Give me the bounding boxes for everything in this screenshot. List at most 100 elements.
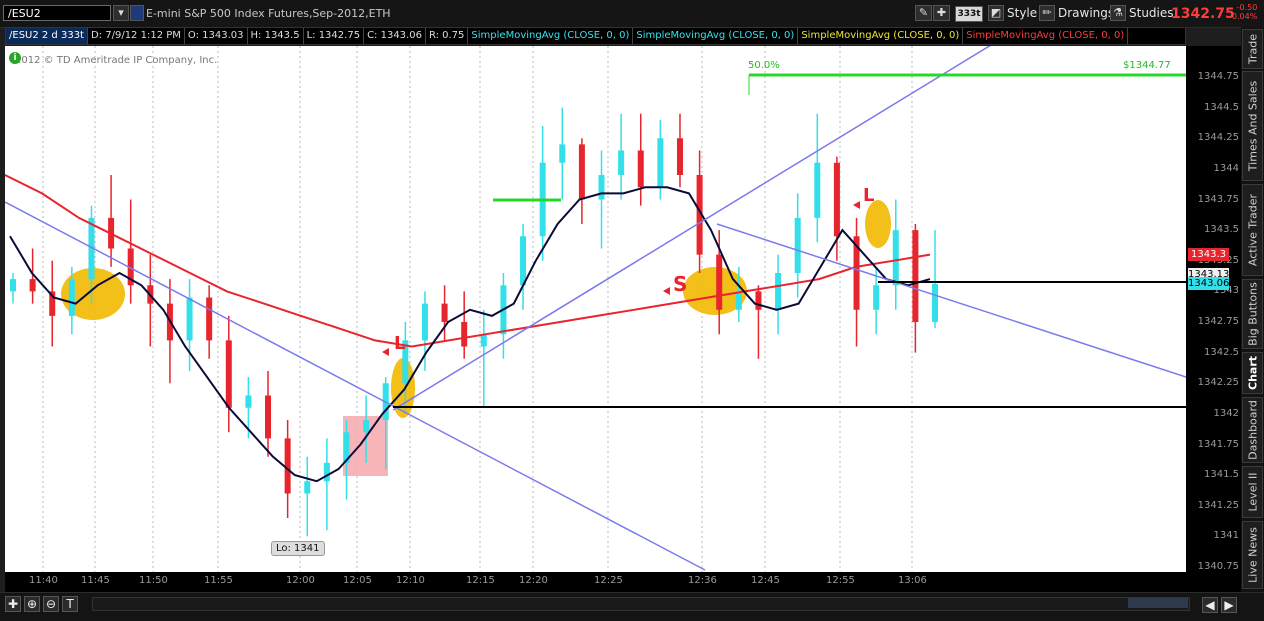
- sidebar-tab-label: Trade: [1246, 33, 1259, 65]
- sidebar-tab-label: Chart: [1246, 355, 1259, 391]
- chart-scrollbar[interactable]: [92, 597, 1190, 611]
- crosshair-tools-button[interactable]: ✚: [933, 5, 950, 21]
- pin-icon: ✎: [918, 6, 929, 19]
- aggregation-badge[interactable]: 333t: [955, 6, 983, 22]
- palette-icon: ◩: [990, 6, 1002, 19]
- crosshair-icon: ✚: [936, 6, 947, 19]
- price-bar: [559, 144, 566, 163]
- copyright-text: 2012 © TD Ameritrade IP Company, Inc.: [15, 55, 217, 66]
- zoom-out-button[interactable]: ⊖: [43, 596, 59, 612]
- time-tick-label: 11:55: [204, 575, 233, 586]
- style-icon-button[interactable]: ◩: [988, 5, 1004, 21]
- price-bar: [618, 150, 625, 175]
- studies-menu[interactable]: Studies: [1129, 5, 1174, 22]
- symbol-input[interactable]: /ESU2: [3, 5, 111, 21]
- drawings-menu[interactable]: Drawings: [1058, 5, 1114, 22]
- time-tick-label: 12:55: [826, 575, 855, 586]
- price-bar: [304, 481, 311, 494]
- sidebar-tab-label: Level II: [1246, 472, 1259, 512]
- zoom-in-button[interactable]: ⊕: [24, 596, 40, 612]
- price-bar: [363, 420, 370, 433]
- price-tick-label: 1343.75: [1197, 193, 1239, 205]
- price-bubble: 1343.3: [1188, 247, 1229, 261]
- price-tick-label: 1342: [1213, 407, 1239, 419]
- price-bar: [225, 340, 232, 408]
- drawings-icon-button[interactable]: ✏: [1039, 5, 1055, 21]
- price-tick-label: 1344.75: [1197, 71, 1239, 82]
- time-axis: 11:40 11:45 11:50 11:55 12:00 12:05 12:10 12:15…: [5, 572, 1186, 592]
- time-tick-label: 12:15: [466, 575, 495, 586]
- price-chart[interactable]: 2012 © TD Ameritrade IP Company, Inc. 50…: [5, 46, 1186, 572]
- price-tick-label: 1341.25: [1197, 499, 1239, 511]
- highlight-ellipse: [865, 200, 891, 248]
- trendline-down[interactable]: [5, 201, 706, 571]
- percent-change-value: -0.04%: [1229, 12, 1258, 21]
- sidebar-tab-chart[interactable]: Chart: [1242, 352, 1263, 394]
- price-bar: [833, 162, 840, 237]
- study-sma-2[interactable]: SimpleMovingAvg (CLOSE, 0, 0): [633, 28, 799, 44]
- price-tick-label: 1342.5: [1204, 346, 1239, 358]
- sidebar-tab-trade[interactable]: Trade: [1242, 29, 1263, 69]
- symbol-link-button[interactable]: [130, 5, 144, 21]
- chevron-down-icon: ▾: [118, 6, 124, 19]
- price-bar: [755, 291, 762, 310]
- time-tick-label: 12:00: [286, 575, 315, 586]
- scrollbar-thumb[interactable]: [1128, 598, 1188, 608]
- price-axis[interactable]: 1344.75 1344.5 1344.25 1344 1343.75 1343.5 134…: [1186, 46, 1241, 592]
- style-menu[interactable]: Style: [1007, 5, 1037, 22]
- price-bar: [245, 395, 252, 408]
- sidebar-tab-big-buttons[interactable]: Big Buttons: [1242, 279, 1263, 349]
- study-sma-4[interactable]: SimpleMovingAvg (CLOSE, 0, 0): [963, 28, 1129, 44]
- pin-tools-button[interactable]: ✎: [915, 5, 932, 21]
- studies-icon-button[interactable]: ⚗: [1110, 5, 1126, 21]
- price-tick-label: 1342.25: [1197, 377, 1239, 389]
- study-sma-1[interactable]: SimpleMovingAvg (CLOSE, 0, 0): [468, 28, 634, 44]
- price-bar: [912, 230, 919, 322]
- price-bar: [892, 230, 899, 286]
- drawing-tool-button[interactable]: ✚: [5, 596, 21, 612]
- study-sma-3[interactable]: SimpleMovingAvg (CLOSE, 0, 0): [798, 28, 964, 44]
- left-arrow-icon: [663, 287, 670, 295]
- sidebar-tab-live-news[interactable]: Live News: [1242, 521, 1263, 589]
- low-value: L: 1342.75: [304, 28, 365, 44]
- arrow-left-icon: ◀: [1205, 598, 1215, 612]
- price-bar: [441, 303, 448, 322]
- time-tick-label: 12:20: [519, 575, 548, 586]
- trendline-up[interactable]: [392, 46, 1186, 411]
- time-tick-label: 11:40: [29, 575, 58, 586]
- price-tick-label: 1344.25: [1197, 132, 1239, 144]
- price-bar: [480, 334, 487, 347]
- sidebar-tab-level-ii[interactable]: Level II: [1242, 466, 1263, 518]
- scroll-left-button[interactable]: ◀: [1202, 597, 1218, 613]
- price-bar: [284, 438, 291, 494]
- sidebar-tab-label: Times And Sales: [1246, 80, 1259, 172]
- long-marker: L: [863, 185, 874, 206]
- short-marker: S: [673, 272, 687, 296]
- close-value: C: 1343.06: [364, 28, 426, 44]
- price-bar: [775, 273, 782, 310]
- chart-info-row: /ESU2 2 d 333t D: 7/9/12 1:12 PM O: 1343.0…: [5, 27, 1186, 45]
- price-bar: [932, 284, 938, 322]
- fib-price-label: $1344.77: [1123, 60, 1171, 71]
- low-price-label: Lo: 1341: [271, 541, 325, 556]
- sidebar-tab-dashboard[interactable]: Dashboard: [1242, 397, 1263, 463]
- chart-toolbar: /ESU2 ▾ E-mini S&P 500 Index Futures,Sep…: [0, 0, 1264, 28]
- price-tick-label: 1344: [1213, 162, 1239, 174]
- info-icon[interactable]: i: [9, 52, 21, 64]
- price-bar: [206, 297, 213, 341]
- price-bar: [578, 144, 585, 200]
- price-bar: [814, 162, 821, 218]
- time-tick-label: 12:05: [343, 575, 372, 586]
- sidebar-tab-times-and-sales[interactable]: Times And Sales: [1242, 71, 1263, 181]
- last-price: 1342.75: [1171, 6, 1235, 22]
- price-tick-label: 1344.5: [1204, 101, 1239, 113]
- trendline-down-2[interactable]: [716, 223, 1186, 378]
- scroll-right-button[interactable]: ▶: [1221, 597, 1237, 613]
- text-tool-button[interactable]: T: [62, 596, 78, 612]
- symbol-dropdown-button[interactable]: ▾: [113, 5, 129, 21]
- price-bar: [421, 303, 428, 341]
- sidebar-tab-active-trader[interactable]: Active Trader: [1242, 184, 1263, 276]
- price-tick-label: 1343.5: [1204, 224, 1239, 236]
- price-bar: [637, 150, 644, 188]
- price-bubble: 1343.06: [1188, 277, 1230, 291]
